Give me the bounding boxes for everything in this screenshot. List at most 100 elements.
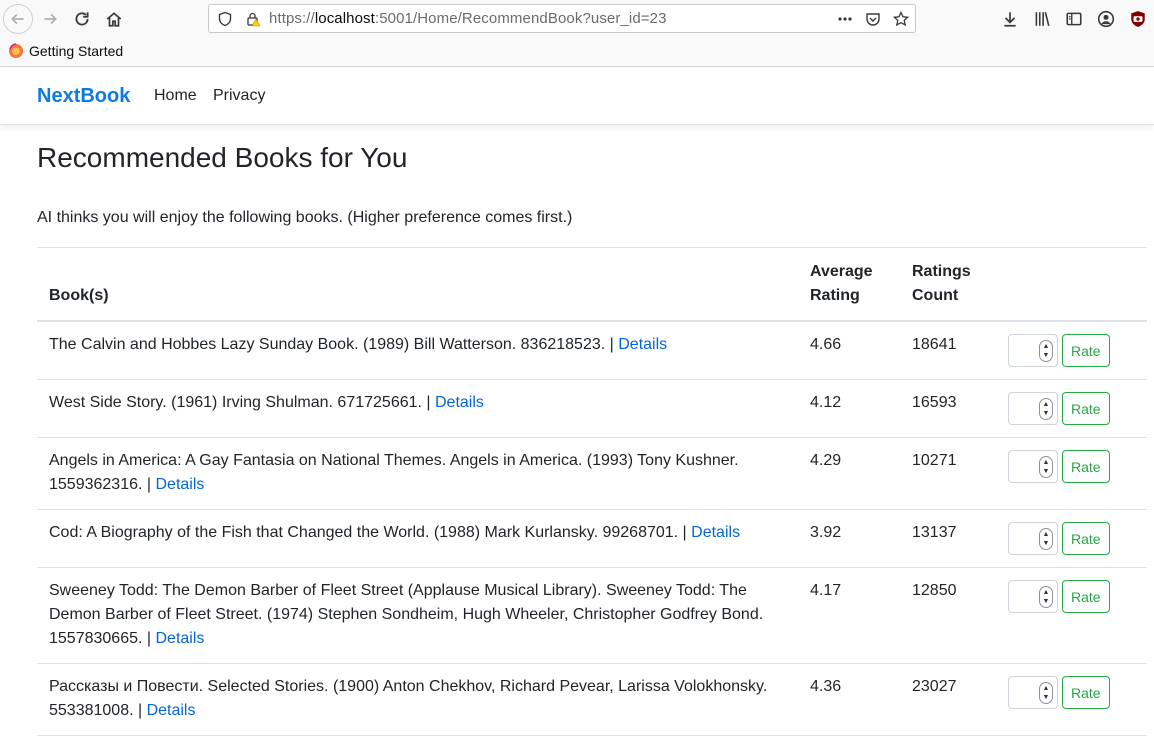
ratings-count-cell: 12850	[900, 567, 997, 664]
nav-link-privacy[interactable]: Privacy	[213, 87, 265, 105]
ublock-origin-icon	[1131, 11, 1145, 27]
table-row: The Calvin and Hobbes Lazy Sunday Book. …	[37, 321, 1147, 380]
rate-controls: ▲ ▼ Rate	[1008, 333, 1135, 367]
reload-icon	[75, 12, 89, 26]
average-rating-cell: 4.17	[798, 567, 900, 664]
average-rating-cell: 3.92	[798, 509, 900, 568]
nav-link-home[interactable]: Home	[154, 87, 197, 105]
details-link[interactable]: Details	[618, 336, 667, 353]
header-actions	[997, 247, 1147, 322]
rate-button[interactable]: Rate	[1062, 580, 1110, 613]
intro-text: AI thinks you will enjoy the following b…	[37, 209, 573, 226]
arrow-right-icon	[44, 13, 57, 25]
pocket-icon[interactable]	[865, 11, 881, 27]
site-navbar: NextBook Home Privacy	[0, 68, 1154, 125]
arrow-left-icon	[11, 13, 24, 25]
book-description: West Side Story. (1961) Irving Shulman. …	[49, 394, 435, 411]
rate-controls: ▲ ▼ Rate	[1008, 579, 1135, 613]
details-link[interactable]: Details	[691, 524, 740, 541]
forward-button[interactable]	[36, 5, 64, 33]
rate-controls: ▲ ▼ Rate	[1008, 675, 1135, 709]
library-button[interactable]	[1028, 5, 1056, 33]
downloads-button[interactable]	[996, 5, 1024, 33]
table-row: Рассказы и Повести. Selected Stories. (1…	[37, 663, 1147, 736]
rate-cell: ▲ ▼ Rate	[997, 567, 1147, 664]
rating-number-input[interactable]: ▲ ▼	[1008, 450, 1058, 483]
sidebar-button[interactable]	[1060, 5, 1088, 33]
rating-number-input[interactable]: ▲ ▼	[1008, 334, 1058, 367]
firefox-icon	[9, 43, 23, 58]
rate-controls: ▲ ▼ Rate	[1008, 449, 1135, 483]
url-text[interactable]: https://localhost:5001/Home/RecommendBoo…	[269, 10, 667, 27]
sidebar-icon	[1066, 12, 1082, 26]
reload-button[interactable]	[68, 5, 96, 33]
rating-number-input[interactable]: ▲ ▼	[1008, 676, 1058, 709]
url-bar[interactable]: https://localhost:5001/Home/RecommendBoo…	[208, 4, 916, 33]
rate-button[interactable]: Rate	[1062, 334, 1110, 367]
details-link[interactable]: Details	[155, 630, 204, 647]
spinner-arrows-icon[interactable]: ▲ ▼	[1039, 586, 1053, 608]
rate-cell: ▲ ▼ Rate	[997, 437, 1147, 510]
bookmark-label: Getting Started	[29, 43, 124, 59]
browser-toolbar: https://localhost:5001/Home/RecommendBoo…	[0, 0, 1154, 38]
average-rating-cell: 4.12	[798, 379, 900, 438]
details-link[interactable]: Details	[147, 702, 196, 719]
home-button[interactable]	[100, 5, 128, 33]
table-row: West Side Story. (1961) Irving Shulman. …	[37, 379, 1147, 438]
book-description: Cod: A Biography of the Fish that Change…	[49, 524, 692, 541]
header-average-rating: Average Rating	[798, 247, 900, 322]
spinner-arrows-icon[interactable]: ▲ ▼	[1039, 682, 1053, 704]
spinner-arrows-icon[interactable]: ▲ ▼	[1039, 398, 1053, 420]
book-description: The Calvin and Hobbes Lazy Sunday Book. …	[49, 336, 619, 353]
rating-number-input[interactable]: ▲ ▼	[1008, 392, 1058, 425]
header-ratings-count: Ratings Count	[900, 247, 997, 322]
ratings-count-cell: 13137	[900, 509, 997, 568]
page-title: Recommended Books for You	[37, 142, 408, 173]
shield-icon[interactable]	[217, 11, 233, 27]
ublock-button[interactable]	[1124, 5, 1152, 33]
download-icon	[1004, 12, 1016, 27]
bookmarks-bar: Getting Started	[0, 38, 1154, 67]
account-icon	[1097, 10, 1115, 28]
rate-controls: ▲ ▼ Rate	[1008, 521, 1135, 555]
library-icon	[1035, 12, 1050, 26]
rate-cell: ▲ ▼ Rate	[997, 321, 1147, 380]
rate-cell: ▲ ▼ Rate	[997, 379, 1147, 438]
bookmark-star-icon[interactable]	[892, 10, 910, 27]
brand-link[interactable]: NextBook	[37, 85, 130, 108]
details-link[interactable]: Details	[155, 476, 204, 493]
average-rating-cell: 4.36	[798, 663, 900, 736]
table-row: Cod: A Biography of the Fish that Change…	[37, 509, 1147, 568]
table-header-row: Book(s) Average Rating Ratings Count	[37, 247, 1147, 322]
rate-cell: ▲ ▼ Rate	[997, 663, 1147, 736]
rate-button[interactable]: Rate	[1062, 522, 1110, 555]
back-button[interactable]	[3, 4, 33, 34]
book-cell: Рассказы и Повести. Selected Stories. (1…	[37, 663, 798, 736]
rate-controls: ▲ ▼ Rate	[1008, 391, 1135, 425]
ratings-count-cell: 10271	[900, 437, 997, 510]
rating-number-input[interactable]: ▲ ▼	[1008, 522, 1058, 555]
page-actions-icon[interactable]	[837, 11, 853, 27]
ratings-count-cell: 23027	[900, 663, 997, 736]
rate-button[interactable]: Rate	[1062, 392, 1110, 425]
spinner-arrows-icon[interactable]: ▲ ▼	[1039, 528, 1053, 550]
spinner-arrows-icon[interactable]: ▲ ▼	[1039, 340, 1053, 362]
spinner-arrows-icon[interactable]: ▲ ▼	[1039, 456, 1053, 478]
book-cell: Sweeney Todd: The Demon Barber of Fleet …	[37, 567, 798, 664]
rating-number-input[interactable]: ▲ ▼	[1008, 580, 1058, 613]
rate-button[interactable]: Rate	[1062, 676, 1110, 709]
table-row: Angels in America: A Gay Fantasia on Nat…	[37, 437, 1147, 510]
rate-button[interactable]: Rate	[1062, 450, 1110, 483]
book-cell: The Calvin and Hobbes Lazy Sunday Book. …	[37, 321, 798, 380]
ratings-count-cell: 16593	[900, 379, 997, 438]
book-cell: Cod: A Biography of the Fish that Change…	[37, 509, 798, 568]
recommendations-table: Book(s) Average Rating Ratings Count The C…	[37, 247, 1147, 736]
account-button[interactable]	[1092, 5, 1120, 33]
details-link[interactable]: Details	[435, 394, 484, 411]
book-cell: West Side Story. (1961) Irving Shulman. …	[37, 379, 798, 438]
rate-cell: ▲ ▼ Rate	[997, 509, 1147, 568]
bookmark-getting-started[interactable]: Getting Started	[8, 43, 123, 59]
average-rating-cell: 4.29	[798, 437, 900, 510]
book-cell: Angels in America: A Gay Fantasia on Nat…	[37, 437, 798, 510]
insecure-lock-icon[interactable]	[245, 11, 261, 27]
